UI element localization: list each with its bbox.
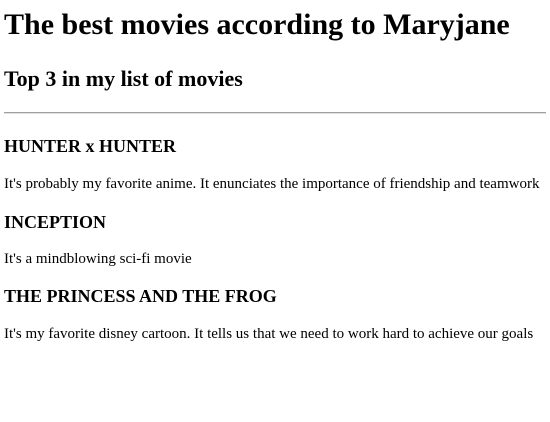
movie-description: It's my favorite disney cartoon. It tell… [4, 326, 534, 342]
movie-title: INCEPTION [4, 212, 107, 232]
page: The best movies according to Maryjane To… [0, 8, 550, 343]
movie-title: THE PRINCESS AND THE FROG [4, 286, 277, 306]
divider [4, 112, 546, 114]
movie-description: It's a mindblowing sci-fi movie [4, 251, 192, 267]
movie-entry-princess-and-the-frog: THE PRINCESS AND THE FROG It's my favori… [4, 285, 546, 343]
page-title: The best movies according to Maryjane [4, 8, 510, 41]
movie-entry-inception: INCEPTION It's a mindblowing sci-fi movi… [4, 211, 546, 268]
movie-description: It's probably my favorite anime. It enun… [4, 176, 540, 192]
movie-entry-hunter-x-hunter: HUNTER x HUNTER It's probably my favorit… [4, 135, 546, 193]
page-subtitle: Top 3 in my list of movies [4, 66, 243, 91]
movie-title: HUNTER x HUNTER [4, 136, 177, 156]
